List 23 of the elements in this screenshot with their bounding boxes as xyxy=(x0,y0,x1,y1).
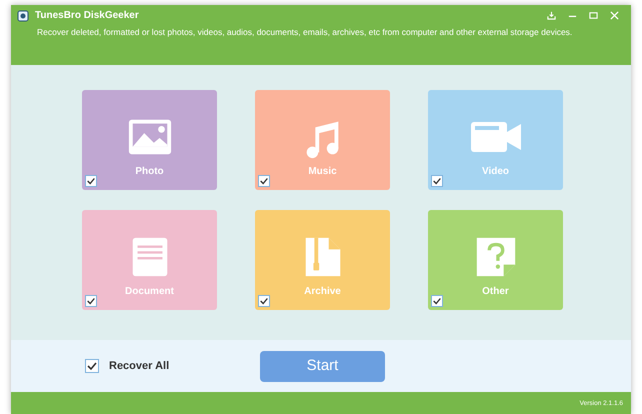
checkbox[interactable] xyxy=(258,175,270,187)
category-label: Music xyxy=(308,165,337,179)
checkbox[interactable] xyxy=(85,359,99,373)
category-card[interactable]: Archive xyxy=(255,210,390,310)
checkbox[interactable] xyxy=(431,175,443,187)
checkbox[interactable] xyxy=(258,295,270,307)
checkbox[interactable] xyxy=(85,295,97,307)
category-label: Archive xyxy=(304,285,341,299)
checkbox[interactable] xyxy=(85,175,97,187)
checkbox[interactable] xyxy=(431,295,443,307)
category-card[interactable]: Video xyxy=(428,90,563,190)
category-card[interactable]: Other xyxy=(428,210,563,310)
recover-all-label: Recover All xyxy=(109,358,170,374)
category-label: Video xyxy=(482,165,510,179)
window-title: TunesBro DiskGeeker xyxy=(35,9,139,23)
subtitle: Recover deleted, formatted or lost photos, videos, audios, documents, emails, archives, etc from computer and other external storage devices. xyxy=(37,26,574,39)
category-label: Document xyxy=(125,285,174,299)
category-card[interactable]: Document xyxy=(82,210,217,310)
category-card[interactable]: Music xyxy=(255,90,390,190)
category-label: Photo xyxy=(135,165,164,179)
category-label: Other xyxy=(482,285,509,299)
start-button[interactable]: Start xyxy=(260,350,385,382)
category-card[interactable]: Photo xyxy=(82,90,217,190)
